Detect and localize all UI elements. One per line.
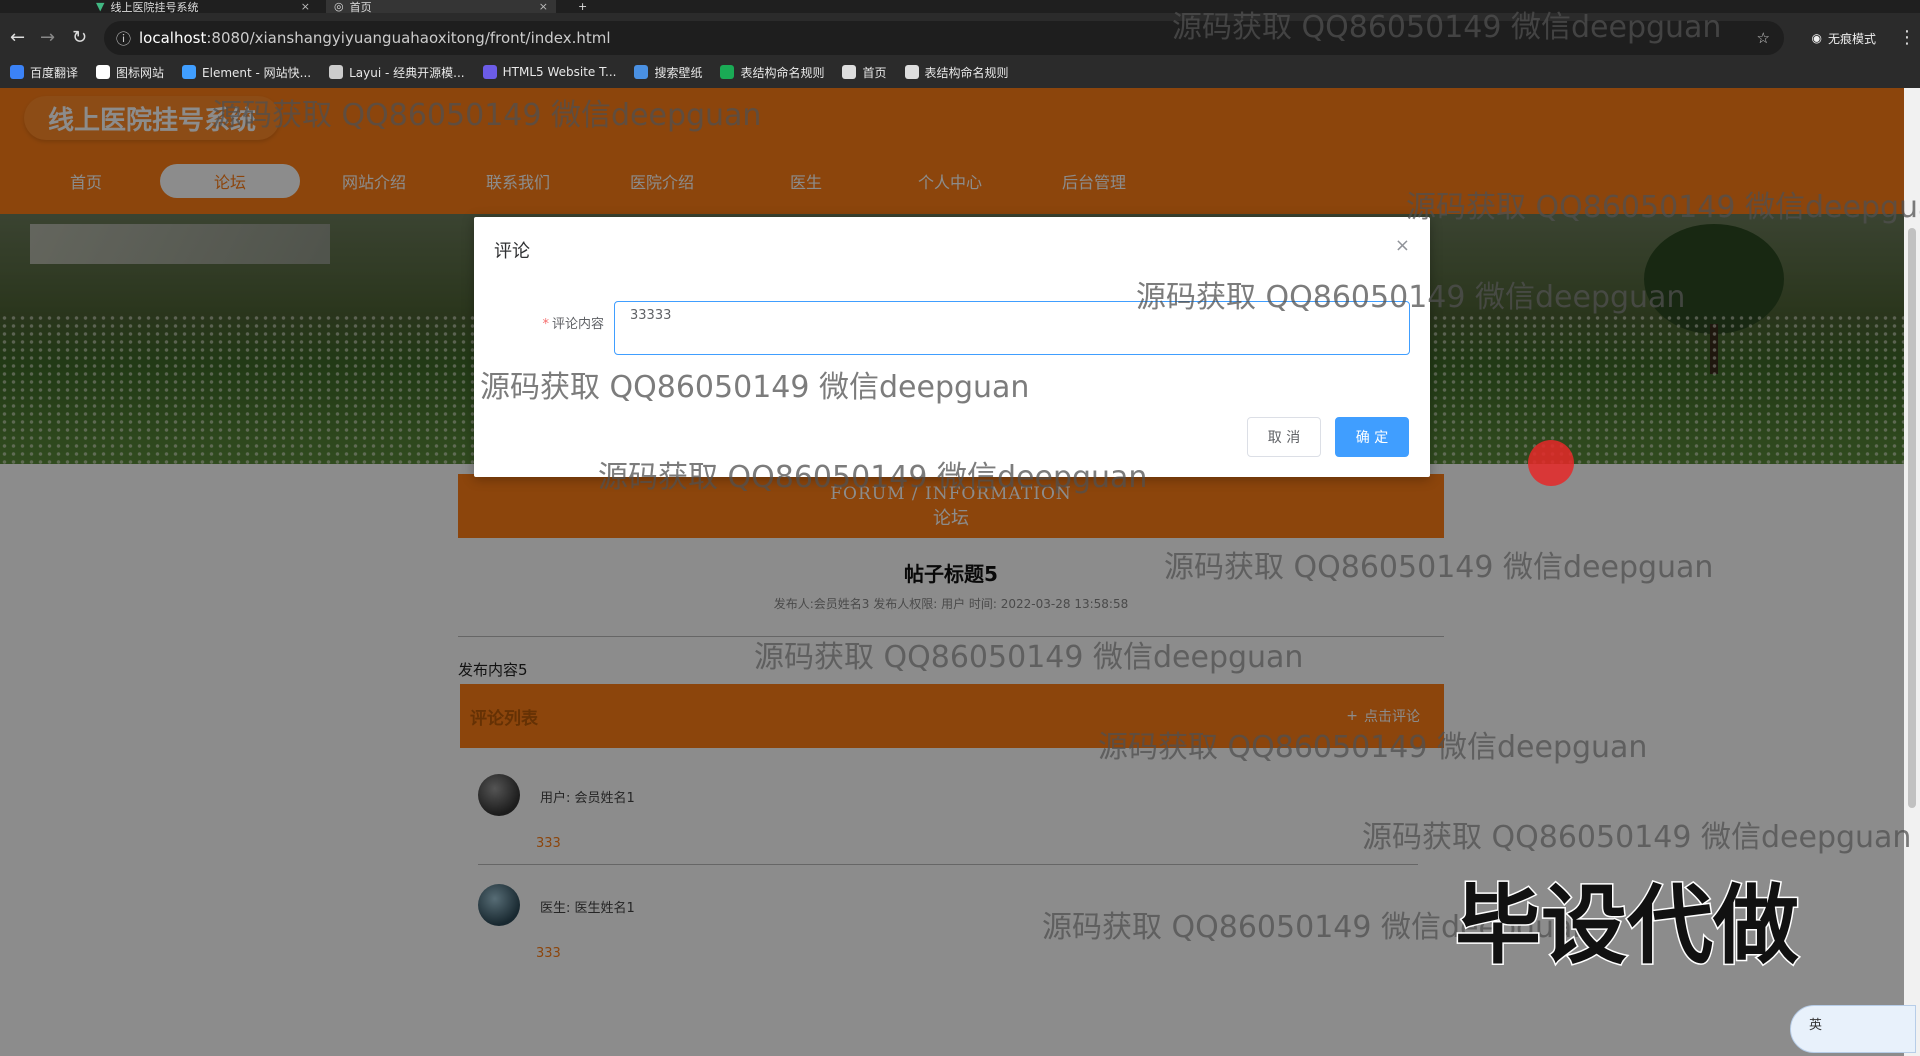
incognito-icon: ◉ (1811, 31, 1822, 45)
bookmark-item[interactable]: Element - 网站快... (182, 64, 311, 81)
bookmark-icon (182, 65, 197, 79)
reload-icon[interactable]: ↻ (72, 27, 87, 48)
menu-icon[interactable]: ⋮ (1898, 27, 1916, 48)
incognito-label: 无痕模式 (1827, 31, 1876, 46)
bookmark-label: 百度翻译 (30, 65, 79, 80)
incognito-indicator[interactable]: ◉ 无痕模式 (1812, 25, 1877, 51)
dialog-title: 评论 (494, 241, 530, 262)
info-icon: ⓘ (116, 29, 132, 48)
confirm-button[interactable]: 确 定 (1335, 417, 1409, 457)
bookmark-item[interactable]: 表结构命名规则 (720, 64, 824, 81)
close-icon[interactable]: × (301, 0, 310, 13)
url-host: localhost (139, 29, 207, 47)
browser-tab[interactable]: ▼ 线上医院挂号系统 × (88, 0, 318, 14)
new-tab-button[interactable]: + (570, 0, 595, 13)
bookmark-icon (10, 65, 24, 79)
comment-field-label-text: 评论内容 (551, 317, 604, 332)
bookmark-label: Layui - 经典开源模... (349, 65, 465, 80)
bookmark-label: 首页 (862, 65, 887, 80)
comment-field-label: * 评论内容 (534, 313, 604, 332)
star-icon[interactable]: ☆ (1757, 29, 1770, 47)
bookmark-label: 表结构命名规则 (924, 65, 1009, 80)
bookmark-icon (482, 65, 497, 79)
bookmark-icon (720, 65, 735, 79)
browser-tab-active[interactable]: ◎ 首页 × (326, 0, 556, 14)
bookmark-item[interactable]: 搜索壁纸 (634, 64, 702, 81)
page-scrollbar[interactable] (1904, 88, 1920, 1056)
bookmark-item[interactable]: 表结构命名规则 (904, 64, 1009, 81)
back-icon[interactable]: ← (10, 27, 25, 48)
bookmark-icon (904, 65, 919, 79)
bookmark-icon (842, 65, 857, 79)
comment-textarea[interactable]: 33333 (614, 301, 1410, 355)
plus-icon: + (578, 0, 588, 13)
promo-stamp: 毕设代做 (1454, 875, 1801, 978)
scrollbar-thumb[interactable] (1908, 228, 1916, 808)
bookmark-icon (634, 65, 649, 79)
bookmark-label: 表结构命名规则 (740, 65, 825, 80)
url-path: :8080/xianshangyiyuanguahaoxitong/front/… (206, 29, 611, 47)
close-icon[interactable]: × (1395, 235, 1410, 256)
forward-icon[interactable]: → (40, 27, 55, 48)
bookmark-icon (329, 65, 344, 79)
bookmark-label: 搜索壁纸 (654, 65, 703, 80)
bookmarks-bar: 百度翻译 图标网站 Element - 网站快... Layui - 经典开源模...… (0, 56, 1920, 88)
ime-indicator[interactable]: 英 (1790, 1005, 1916, 1053)
bookmark-item[interactable]: 百度翻译 (10, 64, 78, 81)
cursor-highlight (1528, 440, 1574, 486)
close-icon[interactable]: × (539, 0, 548, 13)
cancel-button[interactable]: 取 消 (1247, 417, 1321, 457)
bookmark-item[interactable]: Layui - 经典开源模... (329, 64, 465, 81)
bookmark-item[interactable]: 首页 (842, 64, 887, 81)
vue-icon: ▼ (96, 0, 105, 13)
bookmark-item[interactable]: 图标网站 (96, 64, 164, 81)
bookmark-label: 图标网站 (116, 65, 165, 80)
bookmark-label: HTML5 Website T... (502, 65, 617, 79)
globe-icon: ◎ (334, 0, 344, 13)
browser-tab-strip: ▼ 线上医院挂号系统 × ◎ 首页 × + (0, 0, 1920, 14)
bookmark-icon (96, 65, 111, 79)
bookmark-label: Element - 网站快... (202, 65, 312, 80)
comment-dialog: 评论 × * 评论内容 33333 取 消 确 定 (474, 217, 1430, 477)
url-field[interactable]: ⓘ localhost :8080/xianshangyiyuanguahaox… (104, 21, 1784, 55)
bookmark-item[interactable]: HTML5 Website T... (482, 65, 617, 79)
required-mark: * (542, 317, 549, 332)
